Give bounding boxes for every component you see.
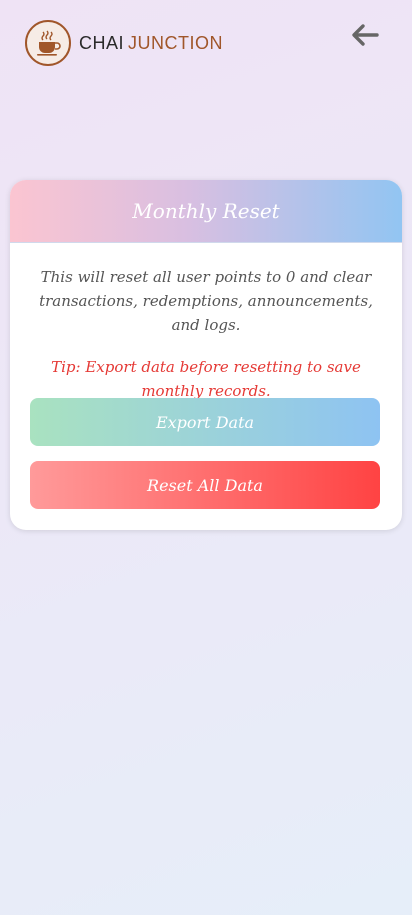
export-tip: Tip: Export data before resetting to sav… <box>51 358 361 400</box>
back-button[interactable] <box>348 20 382 50</box>
app-header: CHAI JUNCTION <box>0 0 412 90</box>
app-name: CHAI JUNCTION <box>79 33 223 54</box>
card-header: Monthly Reset <box>10 180 402 243</box>
export-data-button[interactable]: Export Data <box>30 398 380 446</box>
reset-all-data-button[interactable]: Reset All Data <box>30 461 380 509</box>
card-title: Monthly Reset <box>132 199 280 223</box>
chai-cup-icon <box>25 20 71 66</box>
monthly-reset-card: Monthly Reset This will reset all user p… <box>10 180 402 530</box>
app-logo: CHAI JUNCTION <box>25 20 223 66</box>
app-name-word1: CHAI <box>79 32 125 53</box>
reset-description: This will reset all user points to 0 and… <box>39 268 373 334</box>
arrow-left-icon <box>352 24 379 46</box>
app-name-word2: JUNCTION <box>128 32 224 53</box>
